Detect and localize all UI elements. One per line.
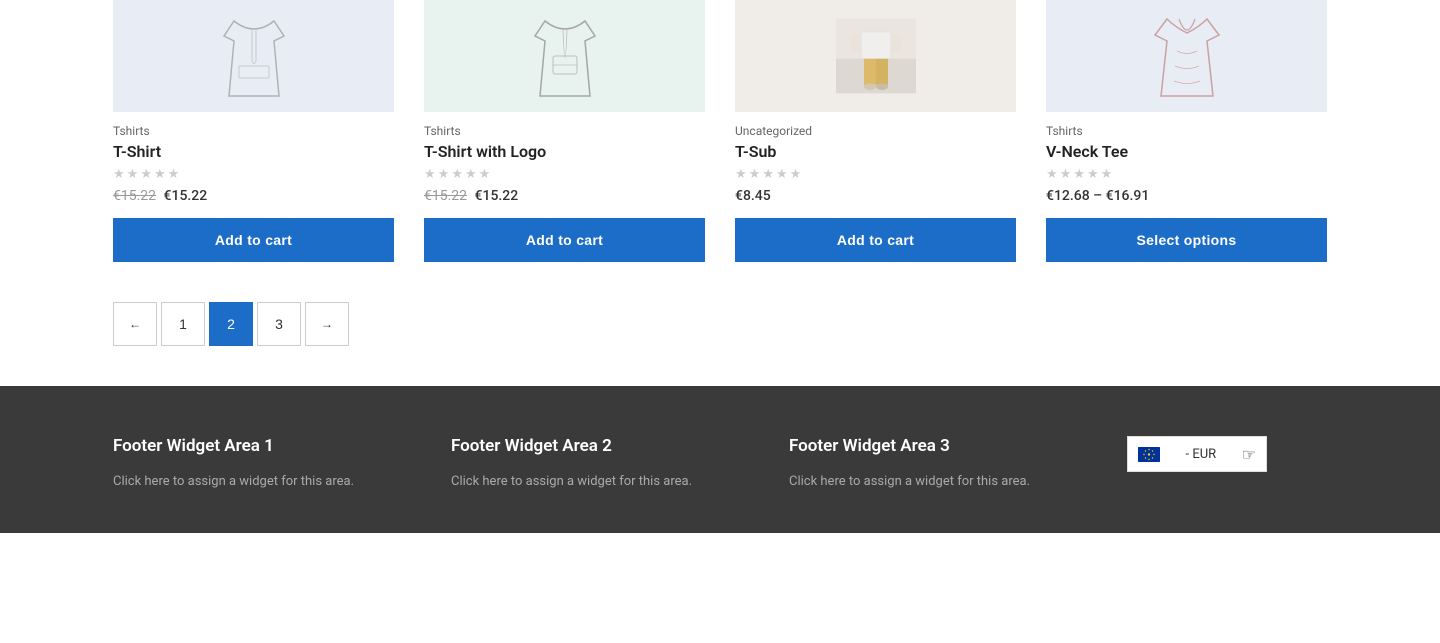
products-grid: Tshirts T-Shirt ★ ★ ★ ★ ★ €15.22 €15.22 … [113, 0, 1327, 262]
footer-widget-3-title: Footer Widget Area 3 [789, 436, 1087, 456]
product-card-1: Tshirts T-Shirt ★ ★ ★ ★ ★ €15.22 €15.22 … [113, 0, 394, 262]
product-image-4 [1046, 0, 1327, 112]
products-section: Tshirts T-Shirt ★ ★ ★ ★ ★ €15.22 €15.22 … [0, 0, 1440, 386]
product-category-3: Uncategorized [735, 124, 1016, 138]
product-stars-1: ★ ★ ★ ★ ★ [113, 167, 394, 182]
product-name-2: T-Shirt with Logo [424, 142, 705, 161]
footer-widget-2: Footer Widget Area 2 Click here to assig… [451, 436, 749, 493]
pagination-next[interactable]: → [305, 302, 349, 346]
product-image-3 [735, 0, 1016, 112]
footer-grid: Footer Widget Area 1 Click here to assig… [113, 436, 1327, 493]
currency-selector[interactable]: - EUR ☞ [1127, 436, 1267, 472]
product-stars-4: ★ ★ ★ ★ ★ [1046, 167, 1327, 182]
eu-flag-icon [1138, 447, 1160, 462]
add-to-cart-button-1[interactable]: Add to cart [113, 218, 394, 262]
product-category-4: Tshirts [1046, 124, 1327, 138]
pagination-page-3[interactable]: 3 [257, 302, 301, 346]
pagination-prev[interactable]: ← [113, 302, 157, 346]
product-image-2 [424, 0, 705, 112]
pagination-page-2[interactable]: 2 [209, 302, 253, 346]
select-options-button-4[interactable]: Select options [1046, 218, 1327, 262]
footer-widget-1: Footer Widget Area 1 Click here to assig… [113, 436, 411, 493]
footer-widget-2-text: Click here to assign a widget for this a… [451, 472, 749, 493]
footer-widget-3-text: Click here to assign a widget for this a… [789, 472, 1087, 493]
pagination: ← 1 2 3 → [113, 302, 1327, 346]
product-price-2: €15.22 €15.22 [424, 188, 705, 204]
product-name-4: V-Neck Tee [1046, 142, 1327, 161]
footer-currency-area: - EUR ☞ [1127, 436, 1327, 493]
add-to-cart-button-3[interactable]: Add to cart [735, 218, 1016, 262]
product-card-3: Uncategorized T-Sub ★ ★ ★ ★ ★ €8.45 Add … [735, 0, 1016, 262]
product-stars-2: ★ ★ ★ ★ ★ [424, 167, 705, 182]
footer-widget-3: Footer Widget Area 3 Click here to assig… [789, 436, 1087, 493]
footer-widget-1-title: Footer Widget Area 1 [113, 436, 411, 456]
product-price-1: €15.22 €15.22 [113, 188, 394, 204]
footer-widget-2-title: Footer Widget Area 2 [451, 436, 749, 456]
product-card-4: Tshirts V-Neck Tee ★ ★ ★ ★ ★ €12.68 – €1… [1046, 0, 1327, 262]
product-stars-3: ★ ★ ★ ★ ★ [735, 167, 1016, 182]
product-image-1 [113, 0, 394, 112]
product-price-3: €8.45 [735, 188, 1016, 204]
cursor-hand-icon: ☞ [1242, 445, 1256, 464]
product-name-3: T-Sub [735, 142, 1016, 161]
product-category-2: Tshirts [424, 124, 705, 138]
product-name-1: T-Shirt [113, 142, 394, 161]
add-to-cart-button-2[interactable]: Add to cart [424, 218, 705, 262]
footer: Footer Widget Area 1 Click here to assig… [0, 386, 1440, 533]
product-price-4: €12.68 – €16.91 [1046, 188, 1327, 204]
pagination-page-1[interactable]: 1 [161, 302, 205, 346]
product-card-2: Tshirts T-Shirt with Logo ★ ★ ★ ★ ★ €15.… [424, 0, 705, 262]
currency-label: - EUR [1186, 447, 1217, 462]
product-category-1: Tshirts [113, 124, 394, 138]
footer-widget-1-text: Click here to assign a widget for this a… [113, 472, 411, 493]
